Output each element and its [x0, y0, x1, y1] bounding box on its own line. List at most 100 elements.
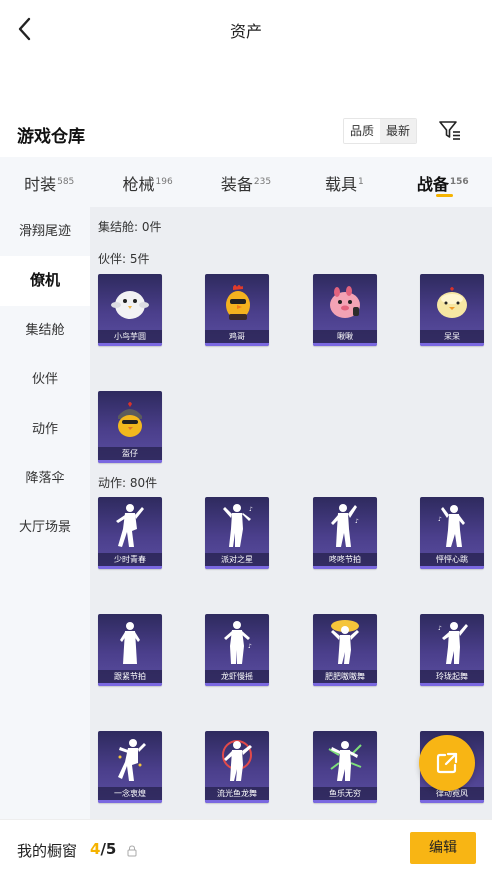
showcase-count-current: 4	[90, 840, 101, 858]
dancer-icon	[98, 497, 162, 555]
item-card[interactable]: 鱼乐无穷	[313, 731, 377, 803]
item-card[interactable]: ♪ 派对之星	[205, 497, 269, 569]
tab-guns[interactable]: 枪械196	[98, 157, 196, 207]
sidebar-item-glide-trail[interactable]: 滑翔尾迹	[0, 207, 90, 256]
item-card[interactable]: ♪ 咚咚节拍	[313, 497, 377, 569]
item-card[interactable]: ♪ 龙虾慢摇	[205, 614, 269, 686]
dancer-icon: ♪	[313, 497, 377, 555]
rarity-bar	[420, 566, 484, 569]
rarity-bar	[98, 800, 162, 803]
dancer-icon	[205, 731, 269, 789]
sidebar-item-wingman[interactable]: 僚机	[0, 256, 90, 306]
item-card[interactable]: 小鸟芋圆	[98, 274, 162, 346]
rarity-bar	[98, 460, 162, 463]
tab-count: 1	[358, 177, 364, 187]
header: 资产	[0, 0, 492, 58]
item-card[interactable]: 鸡哥	[205, 274, 269, 346]
tab-label: 载具	[324, 175, 357, 194]
item-card[interactable]: 肥肥嗷嗷舞	[313, 614, 377, 686]
showcase-count-total: 5	[105, 840, 117, 858]
rarity-bar	[98, 683, 162, 686]
dancer-icon	[98, 614, 162, 672]
tab-label: 枪械	[122, 175, 155, 194]
item-card[interactable]: 少时青春	[98, 497, 162, 569]
svg-text:♪: ♪	[249, 506, 253, 513]
showcase-bar: 我的橱窗 4/5 编辑	[0, 819, 492, 876]
tab-label: 战备	[416, 175, 449, 194]
rarity-bar	[313, 566, 377, 569]
tab-equipment[interactable]: 装备235	[197, 157, 295, 207]
item-card[interactable]: 啾啾	[313, 274, 377, 346]
item-name: 一念衷煌	[98, 787, 162, 800]
tab-vehicles[interactable]: 载具1	[295, 157, 393, 207]
svg-text:♪: ♪	[248, 643, 252, 650]
rarity-bar	[205, 800, 269, 803]
rarity-bar	[313, 800, 377, 803]
item-name: 鸡哥	[205, 330, 269, 343]
sort-newest-button[interactable]: 最新	[380, 119, 417, 143]
sidebar-item-partner[interactable]: 伙伴	[0, 355, 90, 404]
rarity-bar	[205, 683, 269, 686]
svg-text:♪: ♪	[355, 518, 359, 525]
item-name: 跟紧节拍	[98, 670, 162, 683]
tab-count: 585	[57, 177, 75, 187]
group-label-partner: 伙伴: 5件	[98, 252, 150, 266]
helmet-chick-icon	[98, 391, 162, 449]
sort-quality-button[interactable]: 品质	[344, 119, 381, 143]
dancer-icon	[313, 731, 377, 789]
group-label-assembly-pod: 集结舱: 0件	[98, 220, 162, 234]
item-name: 玲珑起舞	[420, 670, 484, 683]
share-button[interactable]	[419, 735, 475, 791]
sidebar-item-emote[interactable]: 动作	[0, 405, 90, 454]
sidebar-item-assembly-pod[interactable]: 集结舱	[0, 306, 90, 355]
warehouse-bar: 游戏仓库 品质 最新	[0, 116, 492, 152]
sidebar-item-parachute[interactable]: 降落伞	[0, 454, 90, 503]
sidebar-item-lobby-scene[interactable]: 大厅场景	[0, 503, 90, 552]
item-card[interactable]: ♪ 怦怦心跳	[420, 497, 484, 569]
item-name: 派对之星	[205, 553, 269, 566]
svg-text:♪: ♪	[438, 516, 442, 523]
item-name: 少时青春	[98, 553, 162, 566]
tab-combat-gear[interactable]: 战备156	[394, 157, 492, 207]
item-name: 龙虾慢摇	[205, 670, 269, 683]
showcase-label: 我的橱窗	[17, 842, 78, 860]
rarity-bar	[420, 343, 484, 346]
rarity-bar	[420, 800, 484, 803]
tab-count: 156	[449, 177, 469, 187]
item-card[interactable]: 一念衷煌	[98, 731, 162, 803]
item-grid: 集结舱: 0件 伙伴: 5件 小鸟芋圆 鸡哥 啾啾 呆呆 盔仔 动作: 80件 …	[90, 207, 492, 819]
sort-toggle: 品质 最新	[343, 118, 418, 144]
tab-count: 235	[253, 177, 272, 187]
yellow-chick-icon	[420, 274, 484, 332]
item-card[interactable]: ♪ 玲珑起舞	[420, 614, 484, 686]
item-name: 咚咚节拍	[313, 553, 377, 566]
dancer-icon: ♪	[205, 614, 269, 672]
item-card[interactable]: 盔仔	[98, 391, 162, 463]
active-tab-indicator	[435, 194, 453, 197]
sidebar: 滑翔尾迹 僚机 集结舱 伙伴 动作 降落伞 大厅场景	[0, 207, 90, 819]
rooster-icon	[205, 274, 269, 332]
rarity-bar	[313, 343, 377, 346]
item-card[interactable]: 呆呆	[420, 274, 484, 346]
item-name: 流光鱼龙舞	[205, 787, 269, 800]
edit-button[interactable]: 编辑	[410, 832, 476, 864]
showcase-count: 4/5	[90, 840, 116, 858]
dancer-icon: ♪	[420, 497, 484, 555]
rarity-bar	[205, 343, 269, 346]
tab-fashion[interactable]: 时装585	[0, 157, 98, 207]
rarity-bar	[313, 683, 377, 686]
dancer-icon	[313, 614, 377, 672]
item-card[interactable]: 流光鱼龙舞	[205, 731, 269, 803]
item-name: 啾啾	[313, 330, 377, 343]
dancer-icon: ♪	[205, 497, 269, 555]
tab-count: 196	[155, 177, 173, 187]
svg-text:♪: ♪	[438, 625, 442, 632]
tab-label: 装备	[220, 175, 253, 194]
filter-button[interactable]	[438, 118, 462, 142]
rarity-bar	[205, 566, 269, 569]
section-title: 游戏仓库	[17, 127, 85, 147]
rarity-bar	[98, 566, 162, 569]
item-card[interactable]: 跟紧节拍	[98, 614, 162, 686]
item-name: 呆呆	[420, 330, 484, 343]
rarity-bar	[98, 343, 162, 346]
